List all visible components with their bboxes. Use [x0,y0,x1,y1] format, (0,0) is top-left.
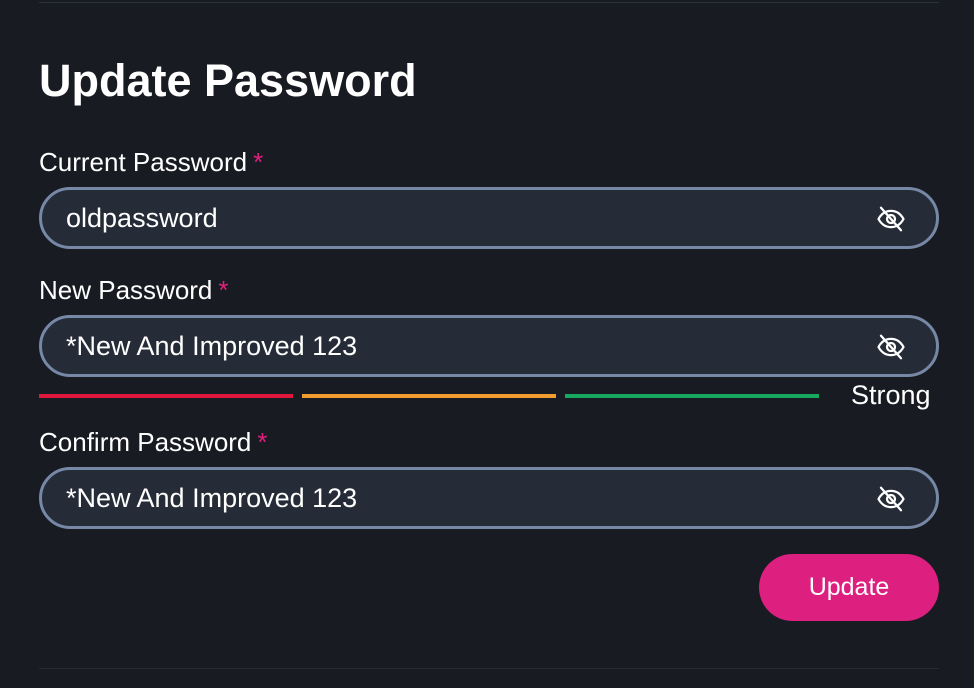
new-password-input[interactable] [66,318,846,374]
confirm-password-label: Confirm Password * [39,427,268,457]
page-title: Update Password [39,55,417,106]
strength-label: Strong [851,380,931,410]
confirm-password-input[interactable] [66,470,846,526]
confirm-password-label-text: Confirm Password [39,427,252,457]
new-password-label-text: New Password [39,275,213,305]
new-password-label: New Password * [39,275,229,305]
required-marker: * [257,427,268,457]
top-divider [39,2,939,3]
current-password-input[interactable] [66,190,846,246]
required-marker: * [218,275,229,305]
current-password-label: Current Password * [39,147,263,177]
update-button[interactable]: Update [759,554,939,621]
current-password-field [39,187,939,249]
eye-slash-icon[interactable] [874,332,908,362]
confirm-password-field [39,467,939,529]
strength-bar-weak [39,394,293,398]
eye-slash-icon[interactable] [874,204,908,234]
strength-bar-medium [302,394,556,398]
current-password-label-text: Current Password [39,147,248,177]
eye-slash-icon[interactable] [874,484,908,514]
required-marker: * [253,147,264,177]
new-password-field [39,315,939,377]
strength-bar-strong [565,394,819,398]
bottom-divider [39,668,939,669]
